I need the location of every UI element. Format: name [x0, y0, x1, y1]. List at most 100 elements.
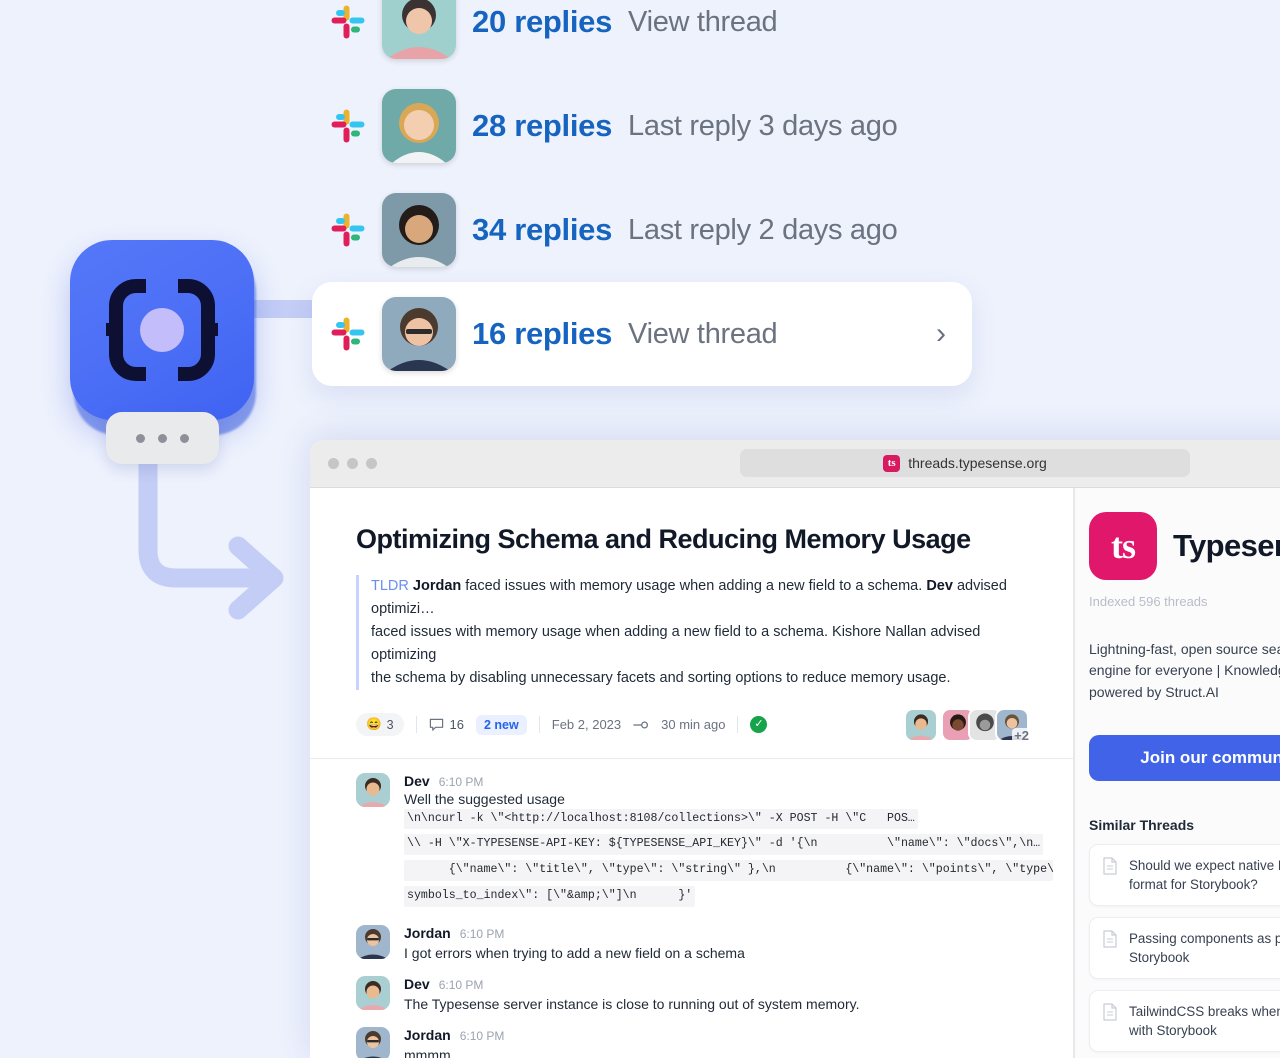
document-icon [1103, 1003, 1117, 1021]
similar-thread-item[interactable]: Should we expect native MDX format for S… [1089, 843, 1280, 906]
divider [737, 716, 739, 734]
similar-thread-title: Passing components as props in Storybook [1129, 930, 1280, 965]
reply-count: 28 replies [472, 108, 613, 143]
chat-bubble-tab[interactable] [106, 412, 219, 464]
tldr-line-3: the schema by disabling unnecessary face… [371, 669, 951, 686]
message-author: Jordan [404, 924, 451, 941]
message-item: Jordan 6:10 PM mmmm i dont get it I was … [356, 1027, 1053, 1058]
reply-meta: View thread [628, 317, 778, 350]
reply-count: 34 replies [472, 212, 613, 247]
message-header: Jordan 6:10 PM [404, 1027, 1053, 1043]
reply-meta: View thread [628, 5, 778, 38]
description-line-1: Lightning-fast, open source search [1089, 641, 1280, 657]
tldr-label: TLDR [371, 578, 409, 594]
avatar-overflow-count: +2 [1012, 727, 1031, 743]
slack-icon [331, 213, 365, 247]
thread-date: Feb 2, 2023 [551, 717, 622, 733]
dot-3 [180, 433, 189, 443]
message-list: Dev 6:10 PM Well the suggested usage \n\… [310, 759, 1073, 1058]
relative-time: 30 min ago [661, 717, 726, 733]
close-window-button[interactable] [328, 458, 339, 469]
divider [538, 716, 540, 734]
thread-row[interactable]: 34 replies Last reply 2 days ago [312, 178, 972, 282]
comment-icon [429, 718, 443, 731]
reply-meta: Last reply 2 days ago [628, 213, 898, 246]
message-author: Jordan [404, 1027, 451, 1044]
thread-row[interactable]: 20 replies View thread [312, 0, 972, 74]
message-header: Dev 6:10 PM [404, 773, 1053, 789]
slack-icon [331, 5, 365, 39]
permalink-icon [633, 721, 649, 728]
tldr-text-1: faced issues with memory usage when addi… [461, 578, 927, 594]
address-bar[interactable]: ts threads.typesense.org [740, 449, 1190, 477]
tldr-name: Jordan [412, 578, 462, 594]
brand-name: Typesense [1173, 528, 1280, 563]
tldr-line-2: faced issues with memory usage when addi… [371, 623, 981, 663]
smile-emoji-icon: 😄 [366, 717, 382, 732]
avatar [356, 924, 390, 959]
avatar [382, 89, 456, 163]
code-line: {\"name\": \"title\", \"type\": \"string… [404, 860, 1053, 881]
code-line: symbols_to_index\": [\"&amp;\"]\n }' [404, 885, 696, 907]
page-root: 20 replies View thread 28 replies Last r… [0, 0, 1280, 1058]
new-replies-badge[interactable]: 2 new [476, 714, 527, 735]
thread-header: Optimizing Schema and Reducing Memory Us… [310, 488, 1073, 690]
thread-row[interactable]: 28 replies Last reply 3 days ago [312, 74, 972, 178]
avatar [382, 297, 456, 371]
check-circle-icon: ✓ [750, 716, 768, 734]
comment-count: 16 [449, 717, 464, 733]
participant-avatars[interactable]: +2 [904, 707, 1031, 743]
message-time: 6:10 PM [438, 977, 484, 992]
message-item: Dev 6:10 PM The Typesense server instanc… [356, 975, 1053, 1014]
brand-header: ts Typesense [1089, 512, 1280, 580]
maximize-window-button[interactable] [366, 458, 377, 469]
dot-2 [158, 433, 167, 443]
message-text: The Typesense server instance is close t… [404, 995, 860, 1012]
page-title: Optimizing Schema and Reducing Memory Us… [356, 524, 971, 554]
reaction-count: 3 [386, 717, 394, 732]
chevron-right-icon[interactable]: › [936, 319, 946, 349]
slack-thread-list: 20 replies View thread 28 replies Last r… [312, 0, 972, 386]
join-community-button[interactable]: Join our community [1089, 734, 1280, 781]
thread-content-column: Optimizing Schema and Reducing Memory Us… [310, 488, 1074, 1058]
message-body: Jordan 6:10 PM I got errors when trying … [404, 925, 1053, 963]
window-controls[interactable] [328, 458, 377, 469]
code-line: \n\ncurl -k \"<http://localhost:8108/col… [404, 808, 918, 830]
message-body: Dev 6:10 PM Well the suggested usage \n\… [404, 773, 1053, 912]
similar-thread-item[interactable]: Passing components as props in Storybook [1089, 916, 1280, 979]
similar-thread-item[interactable]: TailwindCSS breaks when using it with St… [1089, 989, 1280, 1052]
avatar [356, 1027, 390, 1058]
typesense-logo-icon: ts [1089, 512, 1157, 580]
message-lead-text: Well the suggested usage [404, 790, 565, 807]
avatar [356, 772, 390, 807]
message-body: Dev 6:10 PM The Typesense server instanc… [404, 976, 1053, 1014]
avatar [382, 0, 456, 59]
code-line: \\ -H \"X-TYPESENSE-API-KEY: ${TYPESENSE… [404, 834, 1044, 856]
message-text: mmmm [404, 1047, 451, 1058]
browser-body: Optimizing Schema and Reducing Memory Us… [310, 488, 1280, 1058]
message-item: Dev 6:10 PM Well the suggested usage \n\… [356, 772, 1053, 912]
browser-chrome: ts threads.typesense.org [310, 440, 1280, 488]
sidebar-description: Lightning-fast, open source search engin… [1089, 639, 1280, 703]
similar-thread-title: TailwindCSS breaks when using it with St… [1129, 1003, 1280, 1038]
site-favicon-icon: ts [883, 454, 901, 472]
thread-meta-row: 😄 3 16 2 new Feb 2, 2023 30 min ago ✓ +2 [310, 690, 1073, 758]
tldr-summary: TLDR Jordan faced issues with memory usa… [356, 575, 1029, 690]
minimize-window-button[interactable] [347, 458, 358, 469]
similar-thread-title: Should we expect native MDX format for S… [1129, 857, 1280, 892]
reply-count: 20 replies [472, 4, 613, 39]
bracket-target-icon [106, 279, 218, 381]
app-icon-graphic [70, 240, 260, 470]
message-time: 6:10 PM [438, 774, 484, 789]
slack-icon [331, 109, 365, 143]
message-body: Jordan 6:10 PM mmmm i dont get it I was … [404, 1027, 1053, 1058]
message-time: 6:10 PM [459, 1029, 505, 1044]
code-block: Well the suggested usage \n\ncurl -k \"<… [404, 791, 1053, 912]
browser-window: ts threads.typesense.org Optimizing Sche… [310, 440, 1280, 1058]
reaction-pill[interactable]: 😄 3 [356, 713, 404, 737]
avatar [356, 975, 390, 1010]
thread-row-active[interactable]: 16 replies View thread › [312, 282, 972, 386]
tldr-name-2: Dev [926, 578, 953, 594]
comment-count-group[interactable]: 16 [429, 717, 464, 732]
message-item: Jordan 6:10 PM I got errors when trying … [356, 924, 1053, 963]
